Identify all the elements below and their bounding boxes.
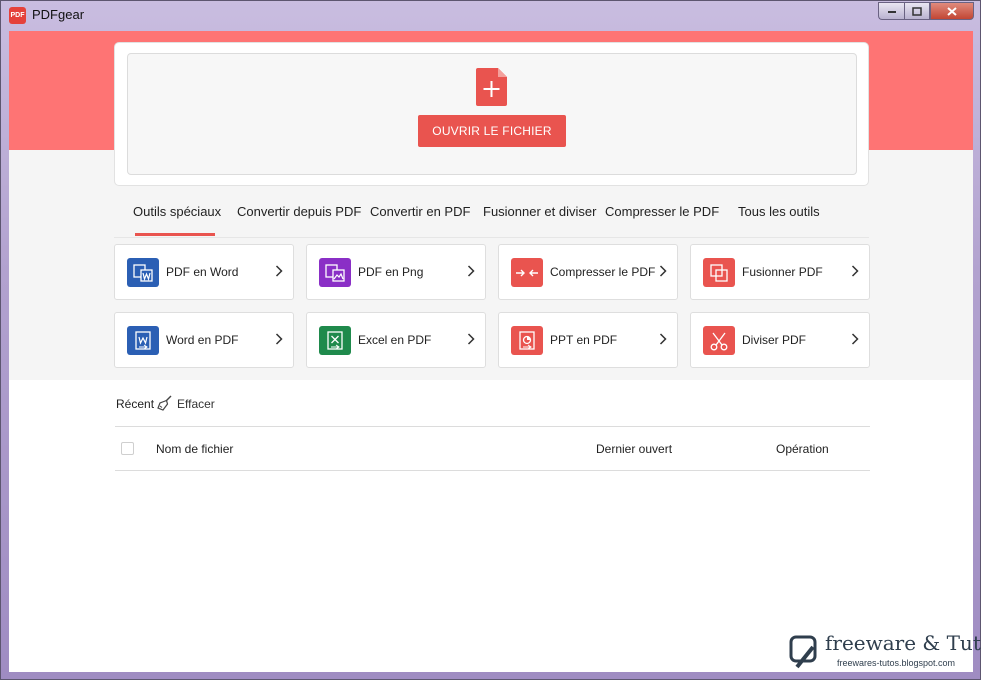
chevron-right-icon [275, 333, 283, 345]
open-file-button[interactable]: OUVRIR LE FICHIER [418, 115, 566, 147]
recent-label: Récent [116, 397, 155, 411]
tool-label: Compresser le PDF [550, 265, 656, 279]
tool-label: Excel en PDF [358, 333, 432, 347]
chevron-right-icon [275, 265, 283, 277]
merge-icon [703, 258, 735, 287]
tab-convertir-en-pdf[interactable]: Convertir en PDF [370, 204, 470, 219]
title-bar[interactable]: PDF PDFgear [1, 1, 980, 31]
tool-ppt-en-pdf[interactable]: PPT en PDF [498, 312, 678, 368]
chevron-right-icon [467, 333, 475, 345]
chevron-right-icon [659, 333, 667, 345]
window-controls [878, 2, 974, 20]
broom-icon[interactable] [157, 395, 173, 411]
chevron-right-icon [659, 265, 667, 277]
tool-label: PDF en Word [166, 265, 239, 279]
compress-icon [511, 258, 543, 287]
ppt-icon [511, 326, 543, 355]
chevron-right-icon [851, 265, 859, 277]
tool-pdf-en-word[interactable]: PDF en Word [114, 244, 294, 300]
watermark: freeware & Tutos freewares-tutos.blogspo… [787, 631, 981, 675]
word-to-pdf-icon [127, 326, 159, 355]
tab-fusionner-diviser[interactable]: Fusionner et diviser [483, 204, 596, 219]
tab-tous-les-outils[interactable]: Tous les outils [738, 204, 820, 219]
tool-pdf-en-png[interactable]: PDF en Png [306, 244, 486, 300]
scissors-icon [703, 326, 735, 355]
clear-recent-button[interactable]: Effacer [177, 397, 215, 411]
column-header-operation: Opération [776, 442, 829, 456]
app-window: PDF PDFgear OUVRIR LE FICHIER Outils spé… [0, 0, 981, 680]
minimize-button[interactable] [878, 2, 904, 20]
watermark-url: freewares-tutos.blogspot.com [837, 658, 956, 668]
tool-label: Word en PDF [166, 333, 239, 347]
tab-convertir-depuis-pdf[interactable]: Convertir depuis PDF [237, 204, 361, 219]
tab-outils-speciaux[interactable]: Outils spéciaux [133, 204, 221, 219]
maximize-icon [912, 6, 922, 16]
tool-word-en-pdf[interactable]: Word en PDF [114, 312, 294, 368]
image-icon [319, 258, 351, 287]
column-header-last-opened[interactable]: Dernier ouvert [596, 442, 672, 456]
watermark-title: freeware & Tutos [825, 631, 981, 655]
window-title: PDFgear [32, 7, 85, 22]
tool-compresser-pdf[interactable]: Compresser le PDF [498, 244, 678, 300]
tool-label: PDF en Png [358, 265, 424, 279]
main-content: OUVRIR LE FICHIER Outils spéciaux Conver… [9, 31, 973, 672]
word-doc-icon [127, 258, 159, 287]
active-tab-indicator [135, 233, 215, 236]
column-header-filename[interactable]: Nom de fichier [156, 442, 233, 456]
tab-compresser-pdf[interactable]: Compresser le PDF [605, 204, 719, 219]
recent-files-table-header: Nom de fichier Dernier ouvert Opération [115, 426, 870, 471]
select-all-checkbox[interactable] [121, 442, 134, 455]
tool-label: PPT en PDF [550, 333, 618, 347]
tool-tabs: Outils spéciaux Convertir depuis PDF Con… [114, 199, 869, 238]
minimize-icon [887, 11, 896, 13]
close-button[interactable] [930, 2, 974, 20]
add-file-icon [476, 68, 507, 106]
watermark-logo-icon [789, 635, 817, 669]
tool-diviser-pdf[interactable]: Diviser PDF [690, 312, 870, 368]
tool-excel-en-pdf[interactable]: Excel en PDF [306, 312, 486, 368]
tool-fusionner-pdf[interactable]: Fusionner PDF [690, 244, 870, 300]
chevron-right-icon [467, 265, 475, 277]
file-drop-zone[interactable]: OUVRIR LE FICHIER [127, 53, 857, 175]
tool-label: Fusionner PDF [742, 265, 823, 279]
pdfgear-logo-icon: PDF [9, 7, 26, 24]
tool-label: Diviser PDF [742, 333, 807, 347]
excel-icon [319, 326, 351, 355]
chevron-right-icon [851, 333, 859, 345]
close-icon [947, 6, 957, 16]
open-file-card: OUVRIR LE FICHIER [114, 42, 869, 186]
maximize-button[interactable] [904, 2, 930, 20]
